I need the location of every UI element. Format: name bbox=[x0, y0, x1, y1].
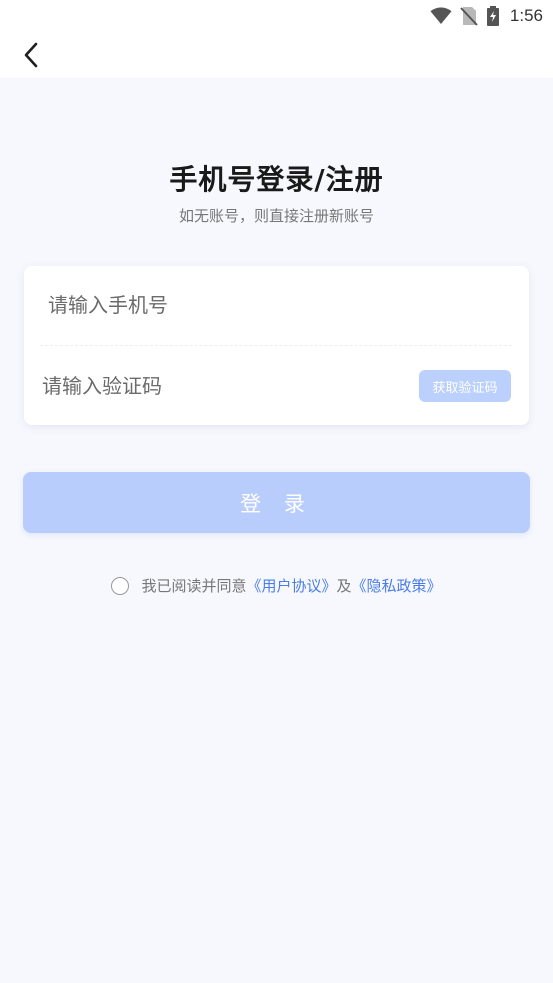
privacy-policy-link[interactable]: 《隐私政策》 bbox=[352, 575, 442, 596]
agree-radio[interactable] bbox=[111, 576, 130, 595]
form-divider bbox=[40, 345, 512, 346]
agreement-row: 我已阅读并同意 《用户协议》 及 《隐私政策》 bbox=[0, 575, 553, 596]
agreement-connector: 及 bbox=[336, 577, 352, 595]
login-button[interactable]: 登 录 bbox=[23, 472, 530, 533]
page-subtitle: 如无账号，则直接注册新账号 bbox=[178, 207, 374, 225]
agreement-prefix: 我已阅读并同意 bbox=[141, 577, 247, 595]
page-title: 手机号登录/注册 bbox=[169, 163, 384, 196]
back-button[interactable] bbox=[14, 38, 48, 72]
chevron-left-icon bbox=[24, 42, 38, 68]
phone-input[interactable] bbox=[48, 284, 488, 326]
no-sim-icon bbox=[460, 7, 478, 26]
verification-code-input[interactable] bbox=[42, 365, 402, 407]
user-agreement-link[interactable]: 《用户协议》 bbox=[246, 575, 336, 596]
wifi-icon bbox=[430, 7, 452, 24]
login-form-card: 获取验证码 bbox=[24, 266, 529, 425]
status-icons: 1:56 bbox=[430, 5, 543, 27]
nav-bar bbox=[0, 32, 553, 78]
battery-charging-icon bbox=[486, 6, 499, 26]
status-bar: 1:56 bbox=[0, 0, 553, 32]
get-code-button[interactable]: 获取验证码 bbox=[419, 370, 511, 402]
status-time: 1:56 bbox=[509, 6, 543, 25]
